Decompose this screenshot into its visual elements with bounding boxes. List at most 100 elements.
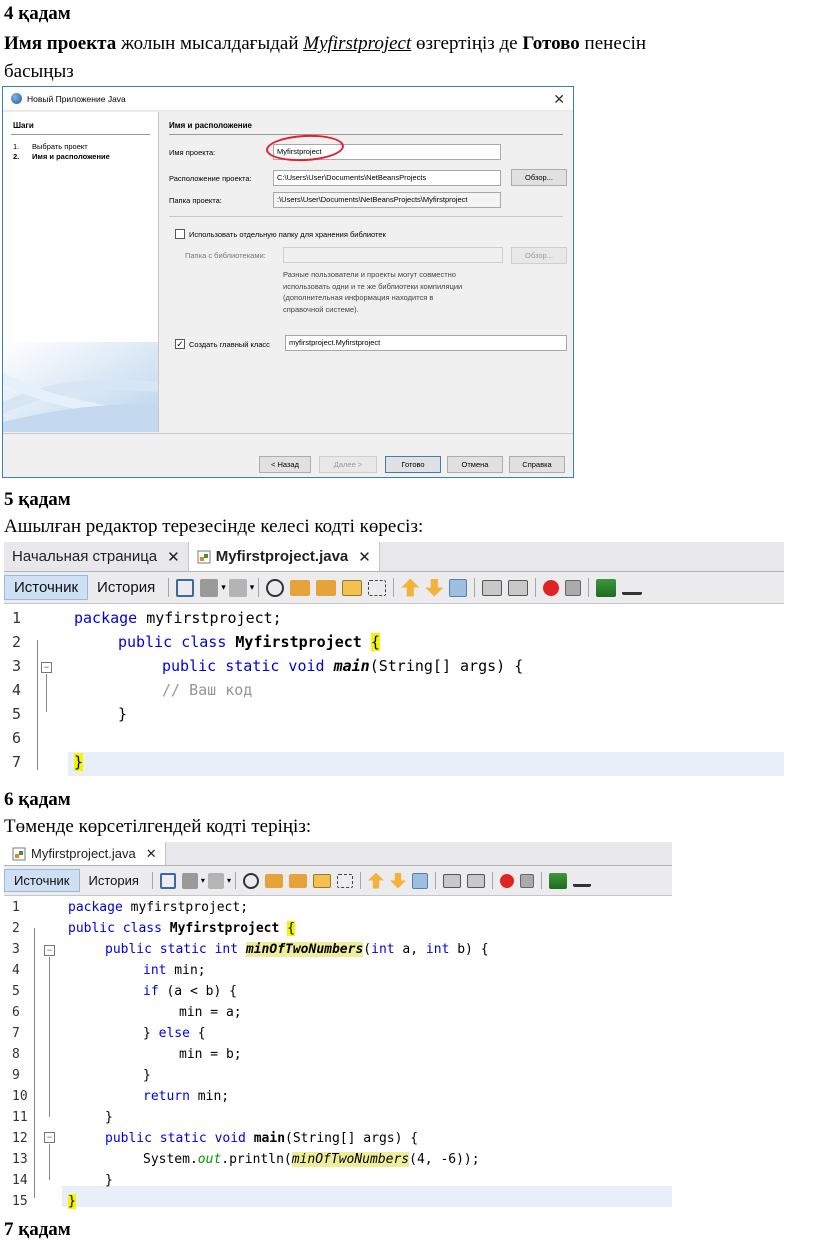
- tab-start-page[interactable]: Начальная страница ✕: [4, 542, 189, 571]
- start-macro-icon[interactable]: [543, 579, 560, 596]
- step-label: Имя и расположение: [32, 152, 110, 161]
- toggle-bookmark-icon[interactable]: [411, 872, 428, 889]
- start-macro-icon[interactable]: [499, 873, 514, 888]
- checkbox-unchecked[interactable]: [175, 229, 185, 239]
- close-tab-icon[interactable]: ✕: [146, 846, 157, 862]
- step7-title: 7 қадам: [4, 1219, 71, 1240]
- divider: [169, 216, 563, 217]
- code-token: out: [197, 1152, 222, 1167]
- line-number: 10: [12, 1089, 28, 1104]
- fold-collapse-icon[interactable]: −: [44, 945, 55, 956]
- code-token: System.: [143, 1152, 198, 1167]
- toolbar-separator: [359, 872, 361, 889]
- section-header: Имя и расположение: [169, 121, 252, 130]
- toggle-rect-select-icon[interactable]: [336, 873, 353, 888]
- back-button[interactable]: < Назад: [259, 456, 311, 473]
- find-icon[interactable]: [266, 578, 285, 597]
- main-class-input[interactable]: myfirstproject.Myfirstproject: [285, 335, 567, 351]
- shift-right-icon[interactable]: [508, 579, 529, 596]
- last-edit-icon[interactable]: [176, 578, 195, 597]
- close-icon[interactable]: ✕: [553, 91, 565, 108]
- toolbar-separator: [491, 872, 493, 889]
- find-next-icon[interactable]: [316, 579, 337, 596]
- chevron-down-icon[interactable]: ▾: [201, 876, 205, 885]
- code-line: min = b;: [179, 1047, 242, 1062]
- stop-macro-icon[interactable]: [519, 873, 534, 888]
- finish-button[interactable]: Готово: [385, 456, 441, 473]
- previous-bookmark-icon[interactable]: [367, 872, 384, 889]
- next-bookmark-icon[interactable]: [389, 872, 406, 889]
- back-icon[interactable]: [200, 578, 219, 597]
- checkbox-checked[interactable]: ✓: [175, 339, 185, 349]
- code-token: else: [158, 1026, 190, 1041]
- find-next-icon[interactable]: [288, 873, 307, 888]
- uncomment-icon[interactable]: [622, 581, 643, 595]
- tab-label: Myfirstproject.java: [31, 846, 136, 861]
- step5-title: 5 қадам: [4, 489, 71, 510]
- toggle-highlight-icon[interactable]: [342, 579, 363, 596]
- history-view-button[interactable]: История: [80, 869, 148, 892]
- forward-icon[interactable]: [228, 578, 247, 597]
- fold-collapse-icon[interactable]: −: [44, 1132, 55, 1143]
- help-button[interactable]: Справка: [509, 456, 565, 473]
- browse-location-button[interactable]: Обзор...: [511, 169, 567, 186]
- next-bookmark-icon[interactable]: [425, 578, 444, 597]
- shift-right-icon[interactable]: [466, 873, 485, 888]
- fold-guide: [49, 957, 50, 1117]
- chevron-down-icon[interactable]: ▾: [227, 876, 231, 885]
- tab-myfirstproject-java[interactable]: Myfirstproject.java ✕: [4, 842, 166, 865]
- forward-icon[interactable]: [207, 872, 224, 889]
- source-view-button[interactable]: Источник: [4, 575, 89, 600]
- line-number: 8: [12, 1047, 20, 1062]
- create-main-class-label: Создать главный класс: [189, 339, 270, 349]
- source-view-button[interactable]: Источник: [4, 868, 80, 893]
- project-folder-row: Папка проекта: :\Users\User\Documents\Ne…: [169, 192, 501, 208]
- code-line: package myfirstproject;: [74, 609, 282, 627]
- project-location-input[interactable]: C:\Users\User\Documents\NetBeansProjects: [273, 170, 501, 186]
- fold-collapse-icon[interactable]: −: [41, 662, 52, 673]
- shift-left-icon[interactable]: [482, 579, 503, 596]
- project-name-label: Имя проекта:: [169, 147, 216, 157]
- comment-icon[interactable]: [596, 578, 617, 597]
- find-previous-icon[interactable]: [290, 579, 311, 596]
- last-edit-icon[interactable]: [159, 872, 176, 889]
- chevron-down-icon[interactable]: ▾: [221, 582, 226, 593]
- history-view-button[interactable]: История: [88, 575, 164, 600]
- code-editor-2: Myfirstproject.java ✕ Источник История ▾ …: [4, 842, 672, 1209]
- previous-bookmark-icon[interactable]: [401, 578, 420, 597]
- toggle-rect-select-icon[interactable]: [368, 579, 387, 596]
- code-token: .println(: [221, 1152, 292, 1167]
- note-line: Разные пользователи и проекты могут совм…: [283, 270, 456, 279]
- toolbar-separator: [540, 872, 542, 889]
- toolbar-separator: [588, 578, 590, 597]
- code-line: package myfirstproject;: [68, 900, 248, 915]
- cancel-button[interactable]: Отмена: [447, 456, 503, 473]
- code-area[interactable]: package myfirstproject; public class Myf…: [68, 898, 672, 1209]
- uncomment-icon[interactable]: [572, 875, 591, 887]
- stop-macro-icon[interactable]: [565, 579, 582, 596]
- project-name-example: Myfirstproject: [303, 33, 412, 54]
- tab-myfirstproject-java[interactable]: Myfirstproject.java ✕: [188, 542, 380, 571]
- finish-term: Готово: [522, 33, 580, 54]
- toggle-highlight-icon[interactable]: [312, 873, 331, 888]
- separate-libs-checkbox[interactable]: Использовать отдельную папку для хранени…: [175, 229, 386, 239]
- code-line: int min;: [143, 963, 206, 978]
- code-line: public class Myfirstproject {: [68, 921, 295, 936]
- line-number: 2: [12, 633, 22, 651]
- editor-tabbar: Начальная страница ✕ Myfirstproject.java ✕: [4, 542, 784, 572]
- shift-left-icon[interactable]: [442, 873, 461, 888]
- toggle-bookmark-icon[interactable]: [449, 578, 468, 597]
- create-main-class-checkbox[interactable]: ✓ Создать главный класс: [175, 339, 270, 349]
- find-previous-icon[interactable]: [264, 873, 283, 888]
- chevron-down-icon[interactable]: ▾: [250, 582, 255, 593]
- code-area[interactable]: package myfirstproject; public class Myf…: [74, 606, 784, 778]
- steps-header: Шаги: [13, 121, 34, 130]
- close-tab-icon[interactable]: ✕: [167, 548, 180, 566]
- comment-icon[interactable]: [548, 872, 567, 889]
- code-token: if: [143, 984, 159, 999]
- line-number: 5: [12, 705, 22, 723]
- code-line: }: [68, 1194, 76, 1209]
- back-icon[interactable]: [181, 872, 198, 889]
- close-tab-icon[interactable]: ✕: [358, 548, 371, 566]
- find-icon[interactable]: [242, 872, 259, 889]
